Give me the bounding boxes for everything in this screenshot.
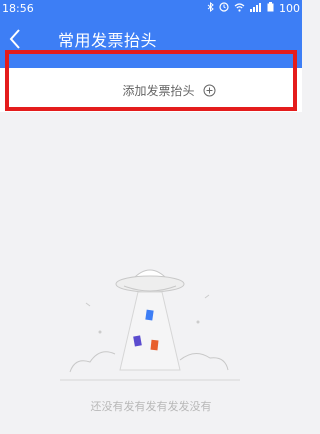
status-time: 18:56 <box>2 1 34 15</box>
wifi-icon <box>234 2 245 15</box>
battery-level: 100 <box>279 1 300 15</box>
status-bar: 18:56 100 <box>0 0 302 16</box>
status-icons: 100 <box>207 1 300 15</box>
bluetooth-icon <box>207 1 214 15</box>
empty-state-message: 还没有发有发有发发没有 <box>90 400 212 413</box>
highlight-annotation <box>5 50 297 111</box>
alarm-icon <box>219 1 229 15</box>
page-title: 常用发票抬头 <box>58 31 158 50</box>
empty-state-illustration <box>50 252 250 402</box>
battery-icon <box>267 1 274 15</box>
signal-icon <box>250 2 262 15</box>
